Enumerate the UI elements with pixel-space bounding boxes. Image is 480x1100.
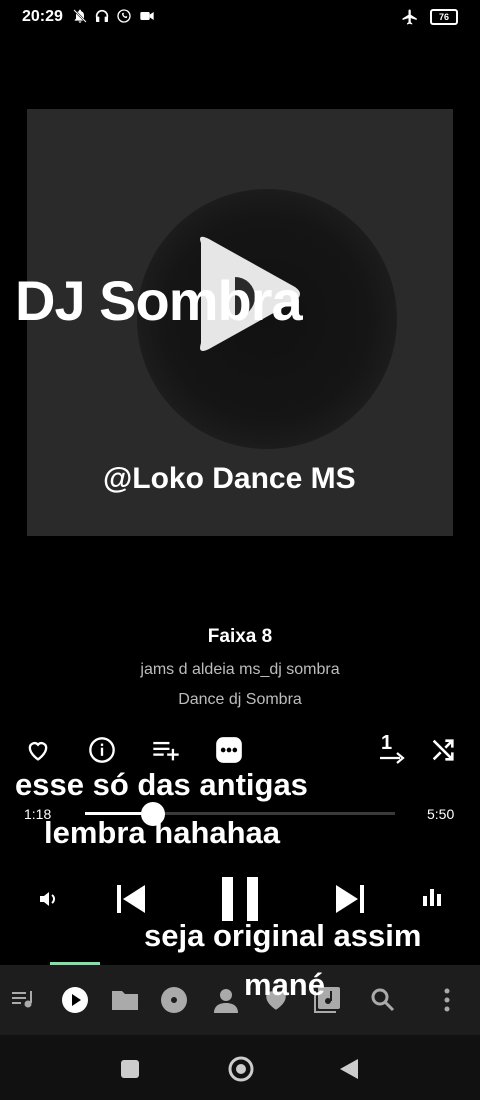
shuffle-button[interactable] <box>429 736 457 764</box>
nav-folder-icon[interactable] <box>110 987 140 1013</box>
caption-line-3: seja original assim <box>144 918 422 953</box>
equalizer-button[interactable] <box>421 886 443 908</box>
status-time: 20:29 <box>22 8 63 25</box>
overlay-handle-text: @Loko Dance MS <box>103 462 356 495</box>
favorite-button[interactable] <box>24 736 52 764</box>
nav-search-icon[interactable] <box>370 987 396 1013</box>
track-artist[interactable]: jams d aldeia ms_dj sombra <box>0 661 480 679</box>
caption-line-1: esse só das antigas <box>15 767 308 802</box>
previous-button[interactable] <box>113 881 149 917</box>
info-button[interactable] <box>88 736 116 764</box>
nav-queue-icon[interactable] <box>11 988 37 1012</box>
recents-icon[interactable] <box>119 1058 141 1080</box>
overlay-title-text: DJ Sombra <box>15 269 303 332</box>
back-icon[interactable] <box>338 1057 360 1081</box>
caption-line-2: lembra hahahaa <box>44 815 281 850</box>
caption-line-4: mané <box>244 967 325 1002</box>
battery-indicator: 76 <box>430 9 458 25</box>
add-to-queue-button[interactable] <box>151 736 181 764</box>
headset-icon <box>95 9 109 22</box>
nav-now-playing-icon[interactable] <box>60 985 90 1015</box>
nav-album-icon[interactable] <box>160 986 188 1014</box>
status-right: 76 <box>400 8 458 26</box>
repeat-one-button[interactable]: 1 <box>378 732 408 764</box>
notifications-off-icon <box>73 9 87 23</box>
next-button[interactable] <box>332 881 368 917</box>
more-options-button[interactable] <box>215 736 243 764</box>
track-title: Faixa 8 <box>207 626 273 647</box>
volume-button[interactable] <box>37 887 61 911</box>
nav-active-indicator <box>50 962 100 965</box>
pause-button[interactable] <box>218 875 262 923</box>
airplane-icon <box>402 9 417 25</box>
whatsapp-icon <box>117 9 131 23</box>
nav-more-icon[interactable] <box>440 987 454 1013</box>
repeat-one-icon <box>380 752 405 764</box>
track-album[interactable]: Dance dj Sombra <box>0 691 480 709</box>
nav-artist-icon[interactable] <box>213 986 239 1014</box>
video-icon <box>140 12 154 20</box>
total-time: 5:50 <box>427 806 455 822</box>
home-icon[interactable] <box>227 1055 255 1083</box>
status-icons <box>72 8 156 24</box>
